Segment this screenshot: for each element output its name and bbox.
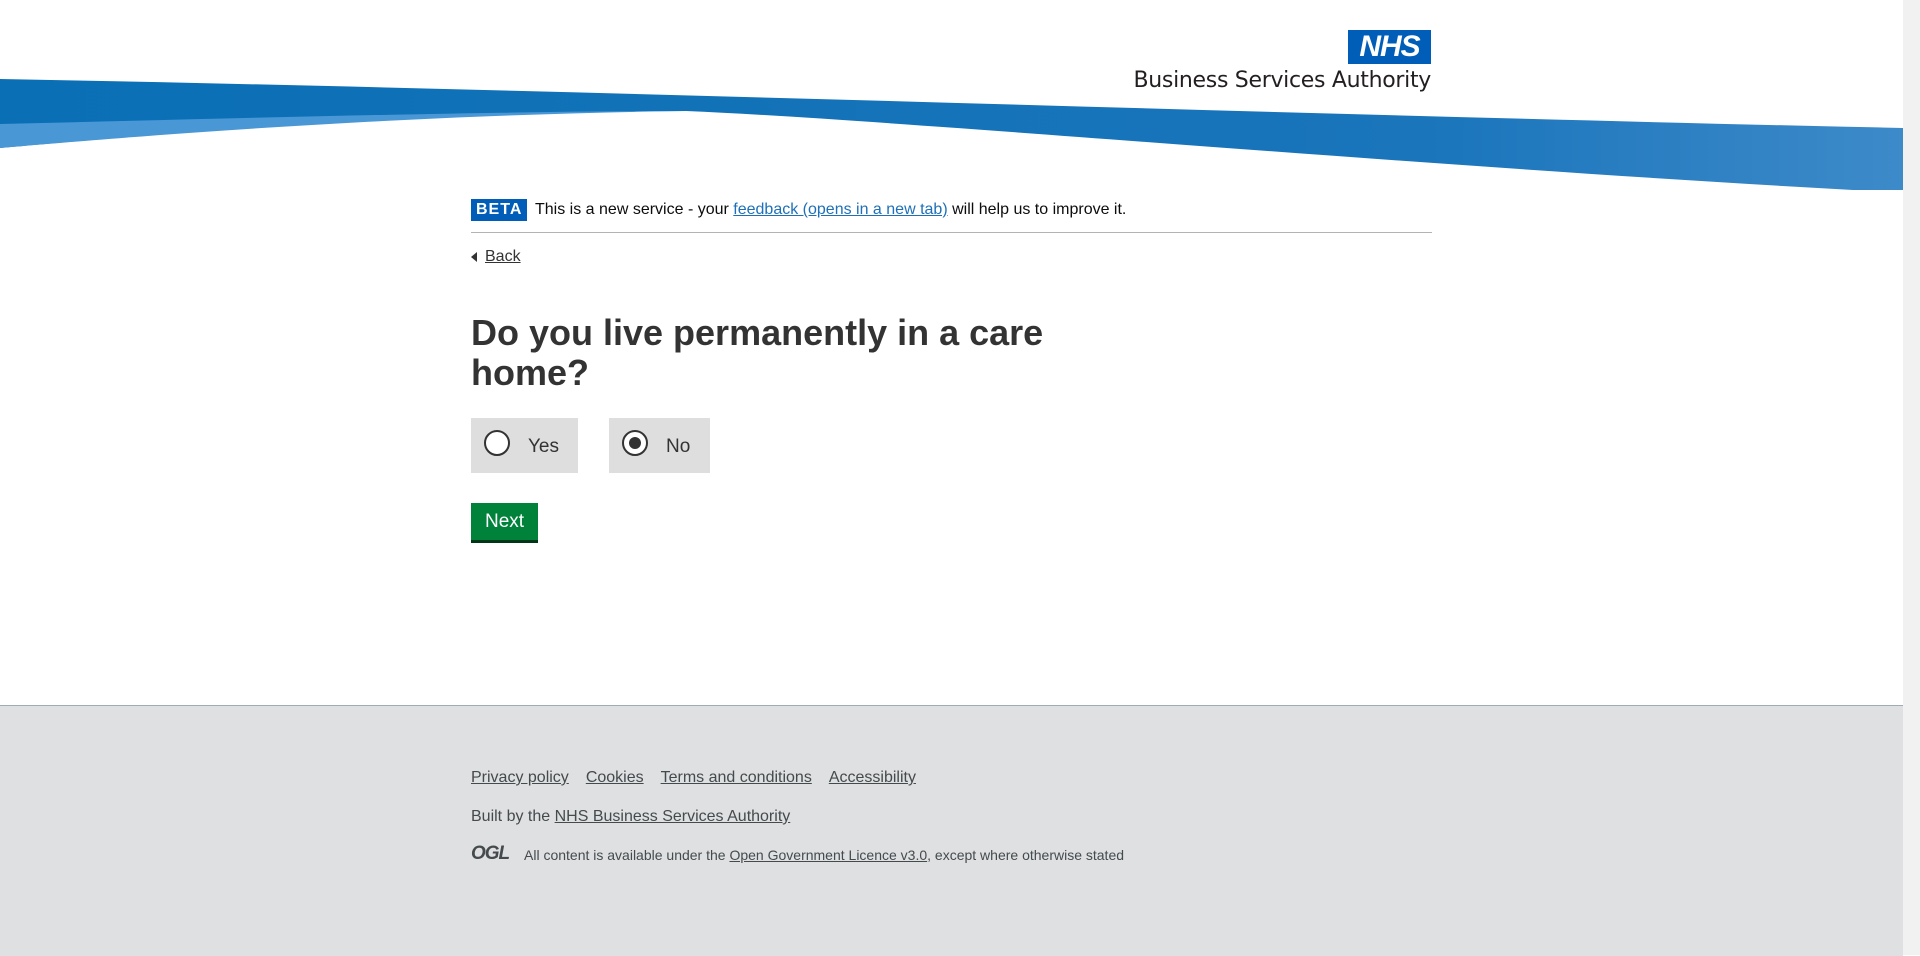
- nhs-logo-mark: NHS: [1348, 30, 1431, 64]
- phase-text-before: This is a new service - your: [535, 201, 734, 218]
- next-button[interactable]: Next: [471, 503, 539, 540]
- footer-link-terms[interactable]: Terms and conditions: [661, 769, 812, 786]
- ogl-link[interactable]: Open Government Licence v3.0: [729, 847, 927, 863]
- radio-no-circle[interactable]: [622, 430, 648, 456]
- radio-yes-circle[interactable]: [484, 430, 510, 456]
- footer-link-accessibility[interactable]: Accessibility: [829, 769, 916, 786]
- phase-banner: BETA This is a new service - your feedba…: [471, 199, 1432, 233]
- feedback-link[interactable]: feedback (opens in a new tab): [733, 201, 947, 218]
- header-swoosh: [0, 79, 1903, 190]
- ogl-logo-icon: OGL: [471, 843, 510, 864]
- built-by: Built by the NHS Business Services Autho…: [471, 808, 790, 826]
- beta-tag: BETA: [471, 199, 528, 221]
- footer-links: Privacy policy Cookies Terms and condition…: [471, 769, 933, 787]
- organisation-name: Business Services Authority: [1133, 68, 1432, 93]
- back-link[interactable]: Back: [471, 248, 521, 266]
- radio-no[interactable]: No: [609, 418, 710, 473]
- footer: Privacy policy Cookies Terms and condition…: [0, 705, 1903, 956]
- built-by-prefix: Built by the: [471, 808, 555, 825]
- back-link-label: Back: [485, 248, 521, 265]
- phase-text-after: will help us to improve it.: [947, 201, 1127, 218]
- back-arrow-icon: [471, 252, 477, 262]
- header: NHS Business Services Authority: [0, 0, 1903, 195]
- licence-text: All content is available under the Open …: [524, 847, 1124, 863]
- licence-prefix: All content is available under the: [524, 847, 730, 863]
- page-title: Do you live permanently in a care home?: [471, 312, 1044, 393]
- phase-banner-text: This is a new service - your feedback (o…: [535, 201, 1126, 219]
- radio-yes-label: Yes: [528, 436, 559, 457]
- radio-yes[interactable]: Yes: [471, 418, 578, 473]
- care-home-radio-group: Yes No: [471, 418, 1432, 473]
- licence-suffix: , except where otherwise stated: [927, 847, 1125, 863]
- nhsbsa-link[interactable]: NHS Business Services Authority: [555, 808, 791, 825]
- nhsbsa-logo[interactable]: NHS Business Services Authority: [1129, 30, 1431, 98]
- radio-no-label: No: [666, 436, 691, 457]
- page: NHS Business Services Authority BETA Thi…: [0, 0, 1903, 956]
- footer-link-privacy[interactable]: Privacy policy: [471, 769, 569, 786]
- footer-link-cookies[interactable]: Cookies: [586, 769, 644, 786]
- radio-selected-dot: [629, 437, 641, 449]
- scrollbar[interactable]: [1903, 0, 1920, 955]
